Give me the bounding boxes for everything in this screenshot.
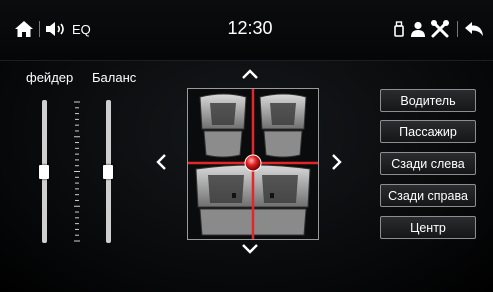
fader-scale-ticks xyxy=(74,101,80,242)
home-icon[interactable] xyxy=(14,16,34,42)
chevron-up-icon[interactable] xyxy=(241,68,259,80)
fader-slider-knob[interactable] xyxy=(39,164,49,179)
eq-button[interactable]: EQ xyxy=(72,16,91,42)
user-icon[interactable] xyxy=(410,16,426,42)
driver-button[interactable]: Водитель xyxy=(380,89,476,112)
audio-settings-screen: EQ 12:30 фейдер Баланс Водитель Пассажир… xyxy=(0,0,493,292)
eq-label: EQ xyxy=(72,21,91,37)
rear-right-button[interactable]: Сзади справа xyxy=(380,184,476,207)
status-bar: EQ 12:30 xyxy=(0,0,493,61)
center-button[interactable]: Центр xyxy=(380,216,476,239)
balance-point-handle[interactable] xyxy=(244,154,262,172)
balance-slider[interactable] xyxy=(103,100,113,243)
front-left-seat xyxy=(199,93,247,158)
seat-position-map[interactable] xyxy=(187,88,319,240)
fader-label: фейдер xyxy=(26,70,74,85)
chevron-right-icon[interactable] xyxy=(331,153,343,171)
fader-slider[interactable] xyxy=(39,100,49,243)
divider xyxy=(39,21,40,37)
balance-label: Баланс xyxy=(92,70,137,85)
chevron-down-icon[interactable] xyxy=(241,243,259,255)
volume-icon[interactable] xyxy=(45,16,67,42)
tools-icon[interactable] xyxy=(430,16,450,42)
divider xyxy=(457,21,458,37)
clock: 12:30 xyxy=(227,18,273,38)
front-right-seat xyxy=(259,93,307,158)
rear-left-button[interactable]: Сзади слева xyxy=(380,152,476,175)
back-icon[interactable] xyxy=(464,16,484,42)
usb-icon xyxy=(393,16,405,42)
balance-slider-knob[interactable] xyxy=(103,164,113,179)
passenger-button[interactable]: Пассажир xyxy=(380,120,476,143)
chevron-left-icon[interactable] xyxy=(155,153,167,171)
